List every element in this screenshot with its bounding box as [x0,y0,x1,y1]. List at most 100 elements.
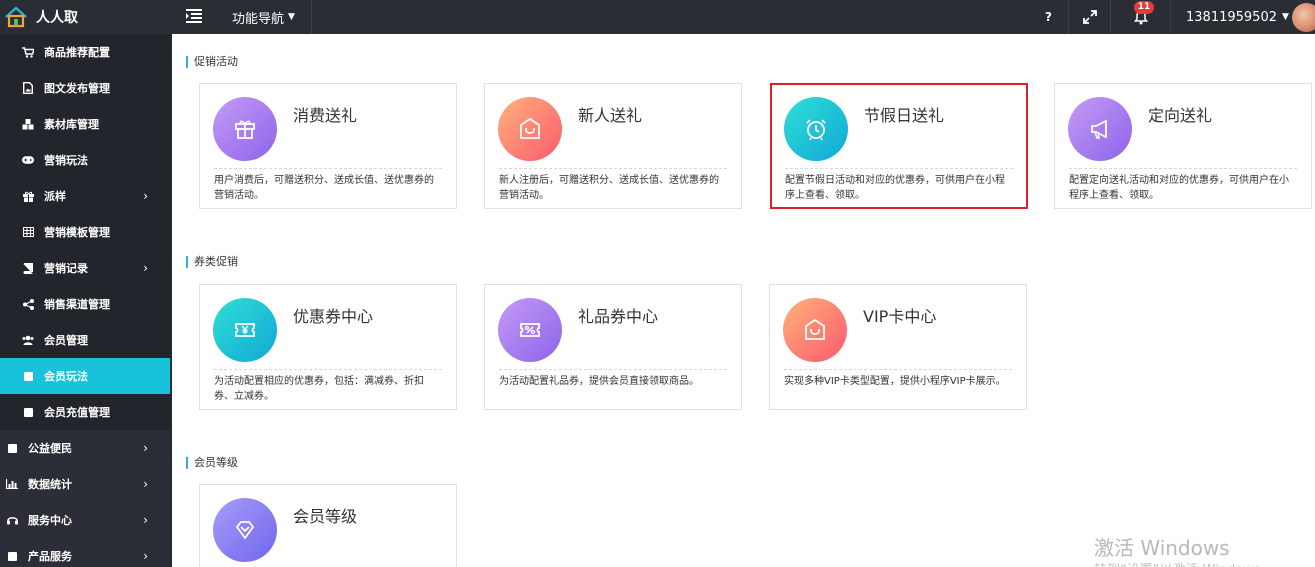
card-consumption-gift[interactable]: 消费送礼 用户消费后，可赠送积分、送成长值、送优惠券的营销活动。 [199,83,457,209]
square-icon [22,406,34,418]
divider [499,168,727,169]
sidebar-item-service-center[interactable]: 服务中心 › [0,502,170,538]
sidebar-item-label: 数据统计 [28,478,72,491]
divider [784,369,1012,370]
sidebar-item-member-play[interactable]: 会员玩法 [0,358,170,394]
card-holiday-gift[interactable]: 节假日送礼 配置节假日活动和对应的优惠券，可供用户在小程序上查看、领取。 [770,83,1028,209]
card-title: 定向送礼 [1148,106,1213,125]
caret-down-icon: ▼ [288,12,295,22]
card-newcomer-gift[interactable]: 新人送礼 新人注册后，可赠送积分、送成长值、送优惠券的营销活动。 [484,83,742,209]
notification-badge: 11 [1134,1,1154,14]
function-nav-dropdown[interactable]: 功能导航 ▼ [214,0,312,34]
notifications-button[interactable]: 11 [1110,0,1170,34]
sidebar-item-member-recharge[interactable]: 会员充值管理 [0,394,170,430]
cart-icon [22,46,34,58]
avatar[interactable] [1292,3,1315,32]
sidebar-item-public-welfare[interactable]: 公益便民 › [0,430,170,466]
windows-activation-hint: 转到“设置”以激活 Windows。 [1094,559,1274,567]
card-title: 消费送礼 [293,106,358,125]
sidebar-item-product-recommend[interactable]: 商品推荐配置 [0,34,170,70]
square-icon [6,442,18,454]
sidebar-item-label: 派样 [44,190,66,203]
divider [785,168,1013,169]
card-title: 新人送礼 [578,106,643,125]
chevron-right-icon: › [143,477,148,491]
headset-icon [6,514,18,526]
card-gift-voucher-center[interactable]: 礼品券中心 为活动配置礼品券，提供会员直接领取商品。 [484,284,742,410]
sidebar-item-label: 营销记录 [44,262,88,275]
sidebar-item-data-statistics[interactable]: 数据统计 › [0,466,170,502]
gift-icon [22,190,34,202]
alarm-clock-icon [784,97,848,161]
card-targeted-gift[interactable]: 定向送礼 配置定向送礼活动和对应的优惠券，可供用户在小程序上查看、领取。 [1054,83,1312,209]
username: 13811959502 [1186,9,1277,25]
sidebar-item-marketing-template[interactable]: 营销模板管理 [0,214,170,250]
section-title-promotions: 促销活动 [186,56,238,68]
card-member-level[interactable]: 会员等级 [199,484,457,567]
card-coupon-center[interactable]: 优惠券中心 为活动配置相应的优惠券，包括：满减券、折扣券、立减券。 [199,284,457,410]
card-description: 为活动配置礼品券，提供会员直接领取商品。 [499,376,699,387]
user-menu[interactable]: 13811959502 ▼ [1170,0,1315,34]
shop-bag-icon [783,298,847,362]
cubes-icon [22,118,34,130]
percent-ticket-icon [498,298,562,362]
brand-name: 人人取 [36,10,78,26]
gift-icon [213,97,277,161]
sidebar-item-label: 会员玩法 [44,370,88,383]
sidebar-item-sales-channel[interactable]: 销售渠道管理 [0,286,170,322]
sidebar-item-marketing-play[interactable]: 营销玩法 [0,142,170,178]
users-icon [22,334,34,346]
divider [214,168,442,169]
gamepad-icon [22,154,34,166]
sidebar-item-material-library[interactable]: 素材库管理 [0,106,170,142]
sidebar-item-label: 会员管理 [44,334,88,347]
diamond-icon [213,498,277,562]
chevron-right-icon: › [143,261,148,275]
card-description: 为活动配置相应的优惠券，包括：满减券、折扣券、立减券。 [214,376,424,402]
sidebar-item-label: 图文发布管理 [44,82,110,95]
windows-activation-watermark: 激活 Windows [1094,536,1230,560]
sidebar-item-label: 产品服务 [28,550,72,563]
section-title-member-level: 会员等级 [186,457,238,469]
divider [214,369,442,370]
shop-bag-icon [498,97,562,161]
section-title-coupon-promotions: 券类促销 [186,256,238,268]
card-description: 实现多种VIP卡类型配置，提供小程序VIP卡展示。 [784,376,1006,387]
expand-icon [1082,10,1097,24]
card-description: 新人注册后，可赠送积分、送成长值、送优惠券的营销活动。 [499,175,719,201]
sidebar-item-marketing-records[interactable]: 营销记录 › [0,250,170,286]
divider [1069,168,1297,169]
square-icon [22,370,34,382]
logo[interactable]: 人人取 [0,0,170,34]
fullscreen-button[interactable] [1068,0,1110,34]
card-description: 配置节假日活动和对应的优惠券，可供用户在小程序上查看、领取。 [785,175,1005,201]
card-title: VIP卡中心 [863,307,937,326]
help-button[interactable]: ? [1031,0,1066,34]
function-nav-label: 功能导航 [232,11,285,27]
megaphone-icon [1068,97,1132,161]
bar-chart-icon [6,478,18,490]
help-icon: ? [1045,10,1052,24]
file-image-icon [22,82,34,94]
menu-toggle-icon[interactable] [186,9,202,23]
card-title: 优惠券中心 [293,307,374,326]
square-icon [6,550,18,562]
sidebar-item-product-service[interactable]: 产品服务 › [0,538,170,567]
sidebar-item-member-management[interactable]: 会员管理 [0,322,170,358]
sidebar-item-label: 会员充值管理 [44,406,110,419]
sidebar-item-label: 服务中心 [28,514,72,527]
house-logo-icon [5,6,27,28]
card-title: 会员等级 [293,507,358,526]
card-vip-card-center[interactable]: VIP卡中心 实现多种VIP卡类型配置，提供小程序VIP卡展示。 [769,284,1027,410]
top-navbar: 人人取 功能导航 ▼ ? 11 13811959502 ▼ [0,0,1315,34]
yen-ticket-icon [213,298,277,362]
sidebar-item-sampling[interactable]: 派样 › [0,178,170,214]
sidebar-item-label: 商品推荐配置 [44,46,110,59]
chevron-right-icon: › [143,189,148,203]
sidebar-item-article-publish[interactable]: 图文发布管理 [0,70,170,106]
table-icon [22,226,34,238]
card-title: 节假日送礼 [864,106,945,125]
sidebar-item-label: 销售渠道管理 [44,298,110,311]
sidebar-item-label: 营销玩法 [44,154,88,167]
card-description: 用户消费后，可赠送积分、送成长值、送优惠券的营销活动。 [214,175,434,201]
